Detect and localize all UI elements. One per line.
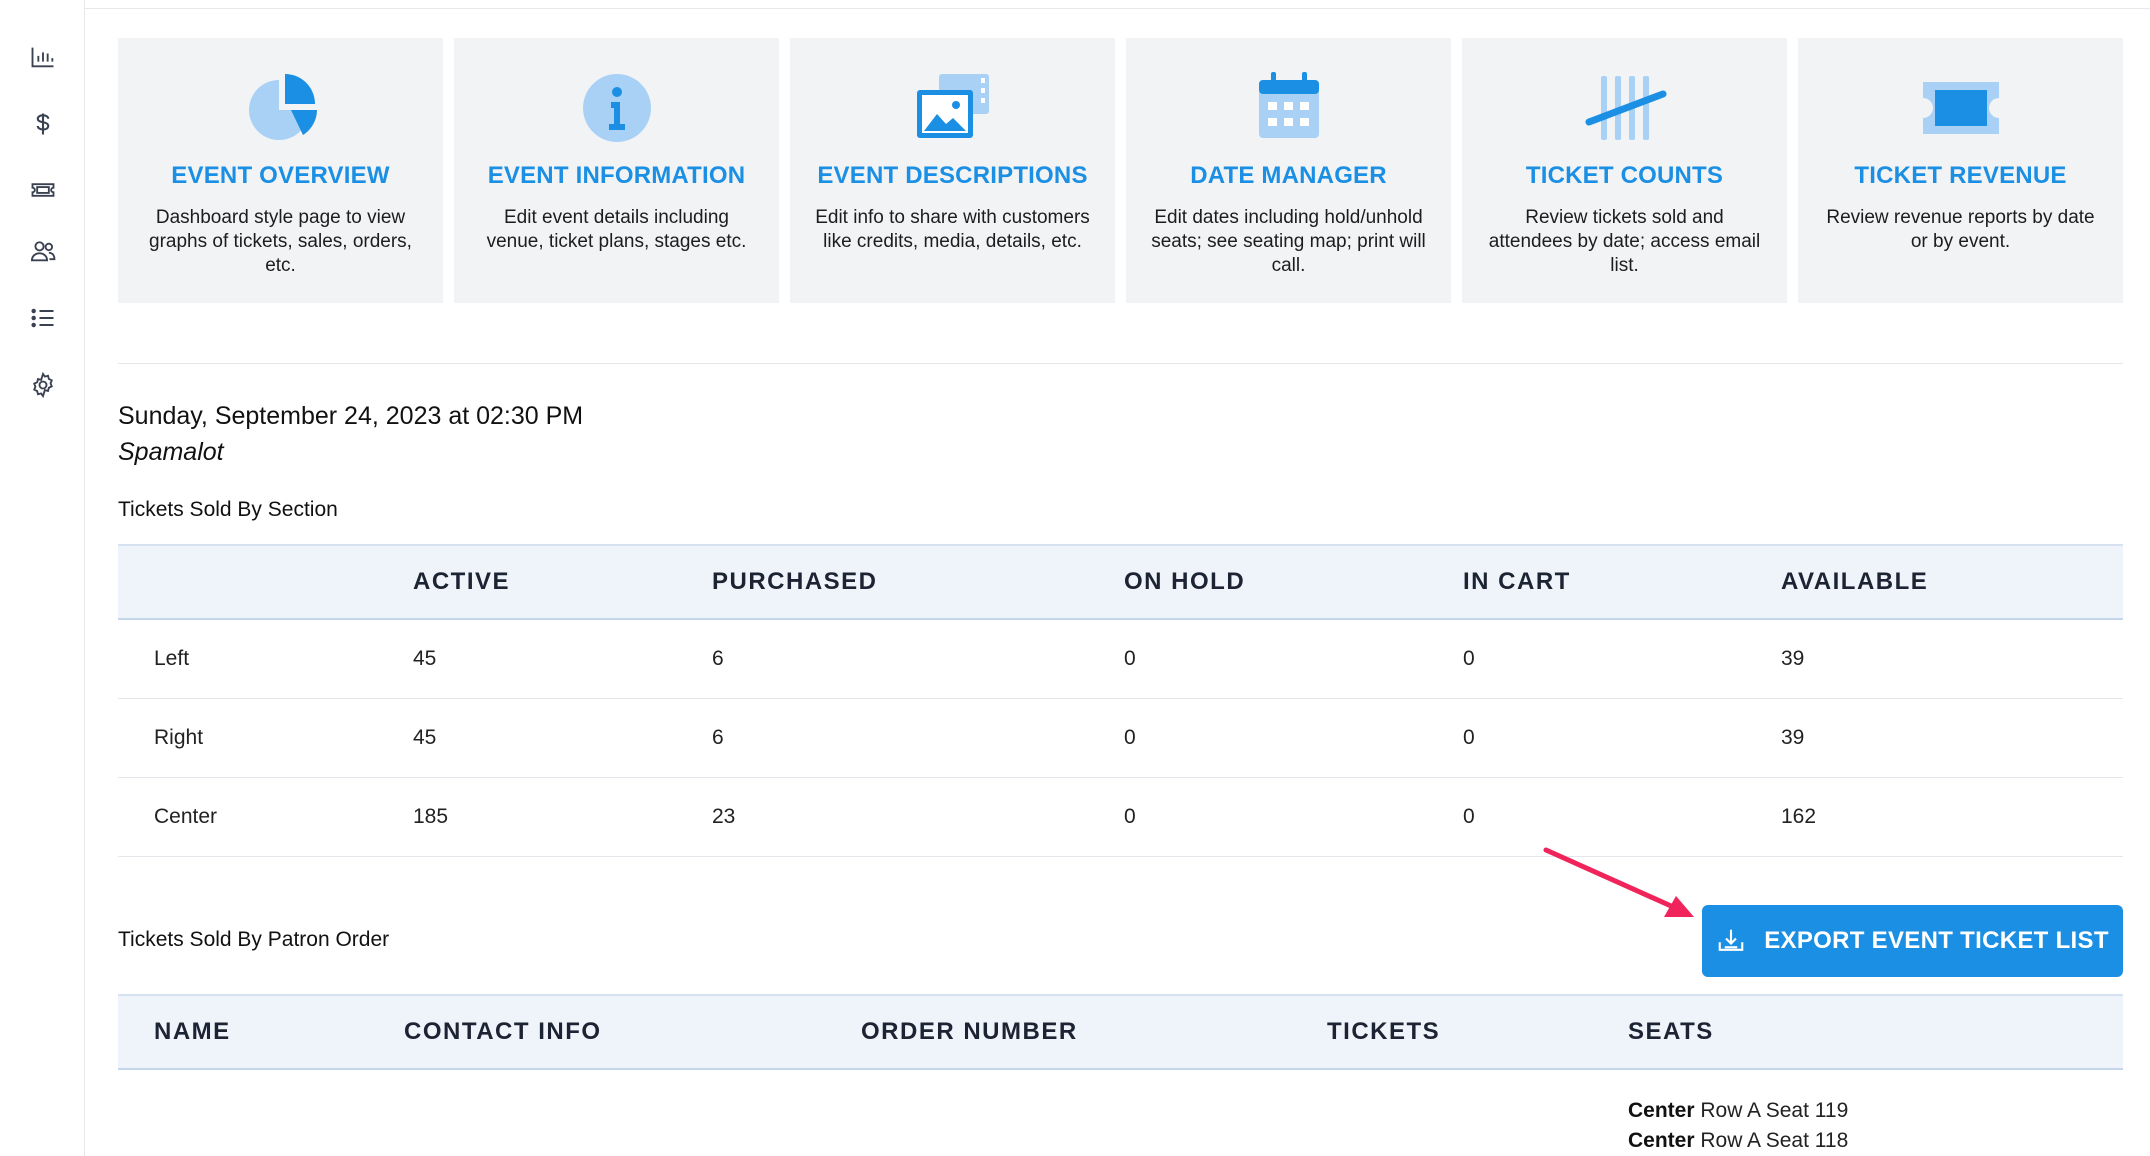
seat-detail: Row A Seat 119	[1700, 1099, 1849, 1122]
table-header: NAME CONTACT INFO ORDER NUMBER TICKETS S…	[118, 994, 2123, 1070]
column-header-tickets: TICKETS	[1327, 1018, 1441, 1045]
patron-table-title: Tickets Sold By Patron Order	[118, 928, 390, 951]
card-description: Edit event details including venue, tick…	[486, 207, 747, 252]
card-title: DATE MANAGER	[1190, 162, 1387, 189]
cell-available: 39	[1781, 647, 1805, 670]
cell-purchased: 6	[712, 726, 724, 749]
ticket-icon[interactable]	[26, 173, 60, 207]
column-header-active: ACTIVE	[413, 568, 511, 595]
sections-table: ACTIVE PURCHASED ON HOLD IN CART AVAILAB…	[118, 544, 2123, 857]
seat-detail: Row A Seat 118	[1700, 1129, 1849, 1152]
table-row: Left 45 6 0 0 39	[118, 620, 2123, 699]
cell-purchased: 23	[712, 805, 736, 828]
card-event-overview[interactable]: EVENT OVERVIEW Dashboard style page to v…	[118, 38, 443, 303]
cell-on-hold: 0	[1124, 647, 1136, 670]
column-header-purchased: PURCHASED	[712, 568, 878, 595]
card-event-information[interactable]: EVENT INFORMATION Edit event details inc…	[454, 38, 779, 303]
card-ticket-counts[interactable]: TICKET COUNTS Review tickets sold and at…	[1462, 38, 1787, 303]
section-name: Right	[154, 726, 204, 749]
cell-purchased: 6	[712, 647, 724, 670]
column-header-contact-info: CONTACT INFO	[404, 1018, 602, 1045]
column-header-on-hold: ON HOLD	[1124, 568, 1246, 595]
table-header: ACTIVE PURCHASED ON HOLD IN CART AVAILAB…	[118, 544, 2123, 620]
pie-chart-icon	[118, 58, 443, 158]
card-description: Review tickets sold and attendees by dat…	[1488, 207, 1761, 276]
cell-active: 45	[413, 647, 437, 670]
cell-in-cart: 0	[1463, 805, 1475, 828]
sections-table-title: Tickets Sold By Section	[118, 498, 338, 521]
ticket-icon	[1798, 58, 2123, 158]
dollar-icon[interactable]	[26, 107, 60, 141]
seat-line: Center Row A Seat 118	[1628, 1126, 1848, 1156]
cell-active: 45	[413, 726, 437, 749]
table-row: Right 45 6 0 0 39	[118, 699, 2123, 778]
patron-table: NAME CONTACT INFO ORDER NUMBER TICKETS S…	[118, 994, 2123, 1070]
seat-line: Center Row A Seat 119	[1628, 1096, 1848, 1126]
column-header-name: NAME	[154, 1018, 231, 1045]
bar-chart-icon[interactable]	[26, 40, 60, 74]
cell-in-cart: 0	[1463, 726, 1475, 749]
calendar-icon	[1126, 58, 1451, 158]
sidebar	[0, 0, 85, 1156]
cell-on-hold: 0	[1124, 805, 1136, 828]
top-border	[85, 8, 2150, 9]
download-icon	[1716, 926, 1746, 956]
section-name: Left	[154, 647, 190, 670]
column-header-seats: SEATS	[1628, 1018, 1714, 1045]
card-date-manager[interactable]: DATE MANAGER Edit dates including hold/u…	[1126, 38, 1451, 303]
divider	[118, 363, 2123, 364]
annotation-arrow-icon	[1543, 847, 1694, 917]
navigation-cards: EVENT OVERVIEW Dashboard style page to v…	[118, 38, 2123, 303]
export-event-ticket-list-button[interactable]: EXPORT EVENT TICKET LIST	[1702, 905, 2123, 977]
section-name: Center	[154, 805, 218, 828]
tally-icon	[1462, 58, 1787, 158]
card-title: EVENT DESCRIPTIONS	[817, 162, 1088, 189]
users-icon[interactable]	[26, 234, 60, 268]
card-description: Edit dates including hold/unhold seats; …	[1151, 207, 1426, 276]
list-icon[interactable]	[26, 301, 60, 335]
card-title: TICKET REVENUE	[1854, 162, 2067, 189]
column-header-order-number: ORDER NUMBER	[861, 1018, 1078, 1045]
card-ticket-revenue[interactable]: TICKET REVENUE Review revenue reports by…	[1798, 38, 2123, 303]
column-header-in-cart: IN CART	[1463, 568, 1571, 595]
cell-active: 185	[413, 805, 449, 828]
card-description: Edit info to share with customers like c…	[815, 207, 1090, 252]
card-title: TICKET COUNTS	[1525, 162, 1724, 189]
cell-in-cart: 0	[1463, 647, 1475, 670]
card-description: Dashboard style page to view graphs of t…	[149, 207, 412, 276]
table-row: Center 185 23 0 0 162	[118, 778, 2123, 857]
seats-cell: Center Row A Seat 119 Center Row A Seat …	[1628, 1096, 1848, 1156]
media-icon	[790, 58, 1115, 158]
seat-section: Center	[1628, 1099, 1695, 1122]
cell-available: 162	[1781, 805, 1817, 828]
seat-section: Center	[1628, 1129, 1695, 1152]
card-event-descriptions[interactable]: EVENT DESCRIPTIONS Edit info to share wi…	[790, 38, 1115, 303]
export-button-label: EXPORT EVENT TICKET LIST	[1764, 927, 2109, 954]
cell-available: 39	[1781, 726, 1805, 749]
gear-icon[interactable]	[26, 368, 60, 402]
card-title: EVENT INFORMATION	[487, 162, 746, 189]
card-title: EVENT OVERVIEW	[171, 162, 390, 189]
card-description: Review revenue reports by date or by eve…	[1826, 207, 2095, 252]
column-header-available: AVAILABLE	[1781, 568, 1929, 595]
cell-on-hold: 0	[1124, 726, 1136, 749]
event-date: Sunday, September 24, 2023 at 02:30 PM	[118, 402, 584, 430]
event-name: Spamalot	[118, 438, 224, 466]
info-icon	[454, 58, 779, 158]
